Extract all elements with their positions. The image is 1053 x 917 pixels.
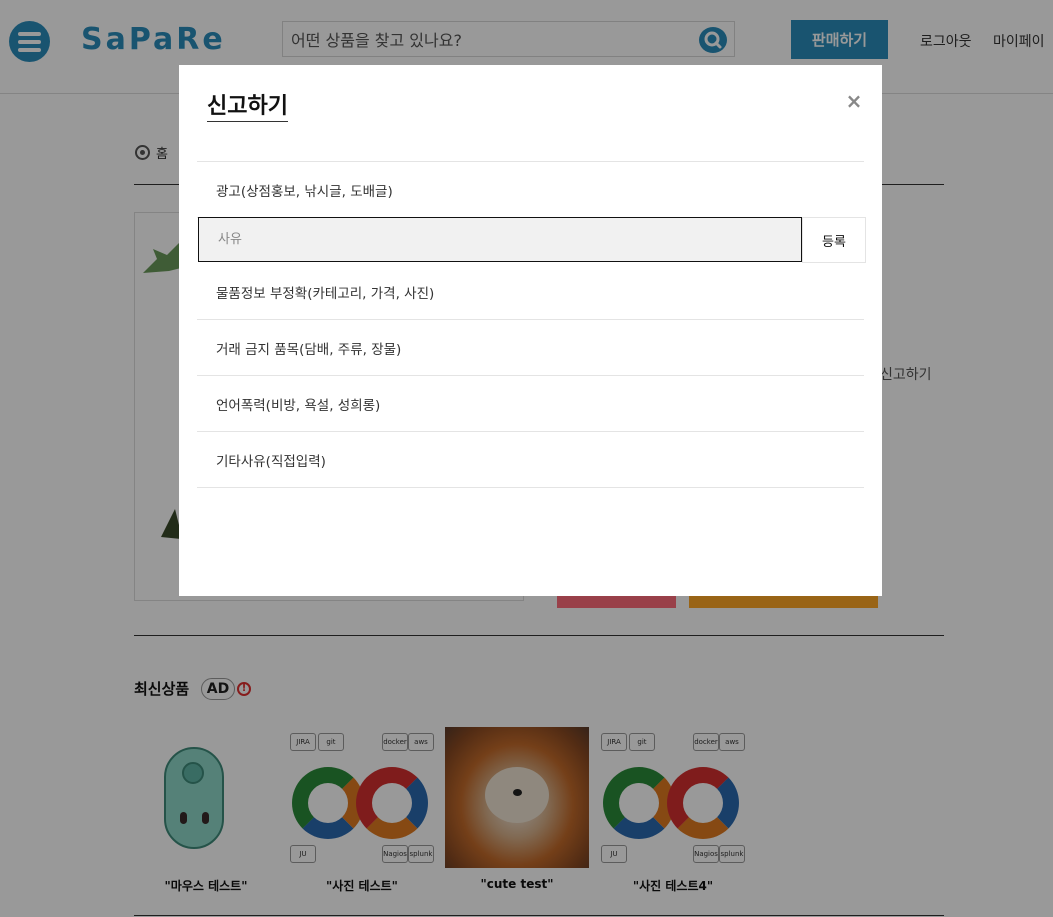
report-reason-abusive-language[interactable]: 언어폭력(비방, 욕설, 성희롱) [197, 376, 864, 432]
modal-title: 신고하기 [207, 88, 288, 122]
report-modal: 신고하기 × 광고(상점홍보, 낚시글, 도배글) 등록 물품정보 부정확(카테… [179, 65, 882, 596]
reason-input-row: 등록 [198, 217, 866, 263]
close-icon[interactable]: × [845, 90, 863, 112]
report-reason-inaccurate-info[interactable]: 물품정보 부정확(카테고리, 가격, 사진) [197, 264, 864, 320]
report-reason-ad[interactable]: 광고(상점홍보, 낚시글, 도배글) [197, 162, 864, 218]
reason-input[interactable] [198, 217, 802, 262]
report-reason-other[interactable]: 기타사유(직접입력) [197, 432, 864, 488]
report-reason-prohibited-item[interactable]: 거래 금지 품목(담배, 주류, 장물) [197, 320, 864, 376]
register-button[interactable]: 등록 [802, 217, 866, 263]
